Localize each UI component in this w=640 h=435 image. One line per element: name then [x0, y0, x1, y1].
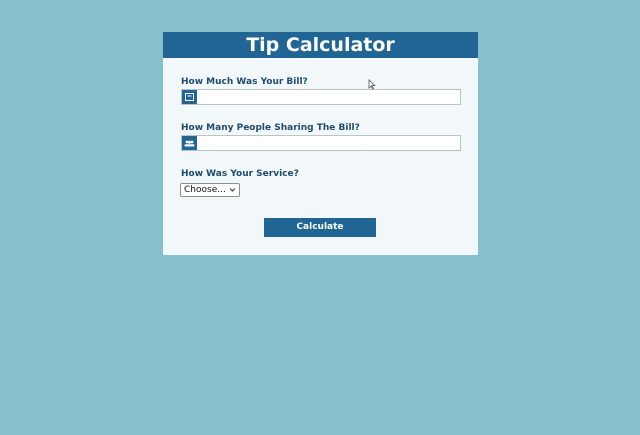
- service-select-value: Choose...: [184, 185, 226, 195]
- mouse-cursor-icon: [368, 75, 376, 94]
- chevron-down-icon: [229, 184, 236, 200]
- tip-calculator-card: Tip Calculator How Much Was Your Bill? H…: [163, 32, 478, 255]
- calculate-button[interactable]: Calculate: [264, 218, 376, 237]
- people-field[interactable]: [181, 135, 461, 151]
- page-title: Tip Calculator: [246, 34, 395, 56]
- bill-field[interactable]: [181, 89, 461, 105]
- people-input[interactable]: [198, 136, 458, 150]
- service-select[interactable]: Choose...: [180, 183, 240, 197]
- service-label: How Was Your Service?: [181, 169, 299, 179]
- people-icon: [182, 136, 197, 150]
- card-header: Tip Calculator: [163, 32, 478, 58]
- bill-icon: [182, 90, 197, 104]
- people-label: How Many People Sharing The Bill?: [181, 123, 360, 133]
- bill-input[interactable]: [198, 90, 458, 104]
- bill-label: How Much Was Your Bill?: [181, 77, 308, 87]
